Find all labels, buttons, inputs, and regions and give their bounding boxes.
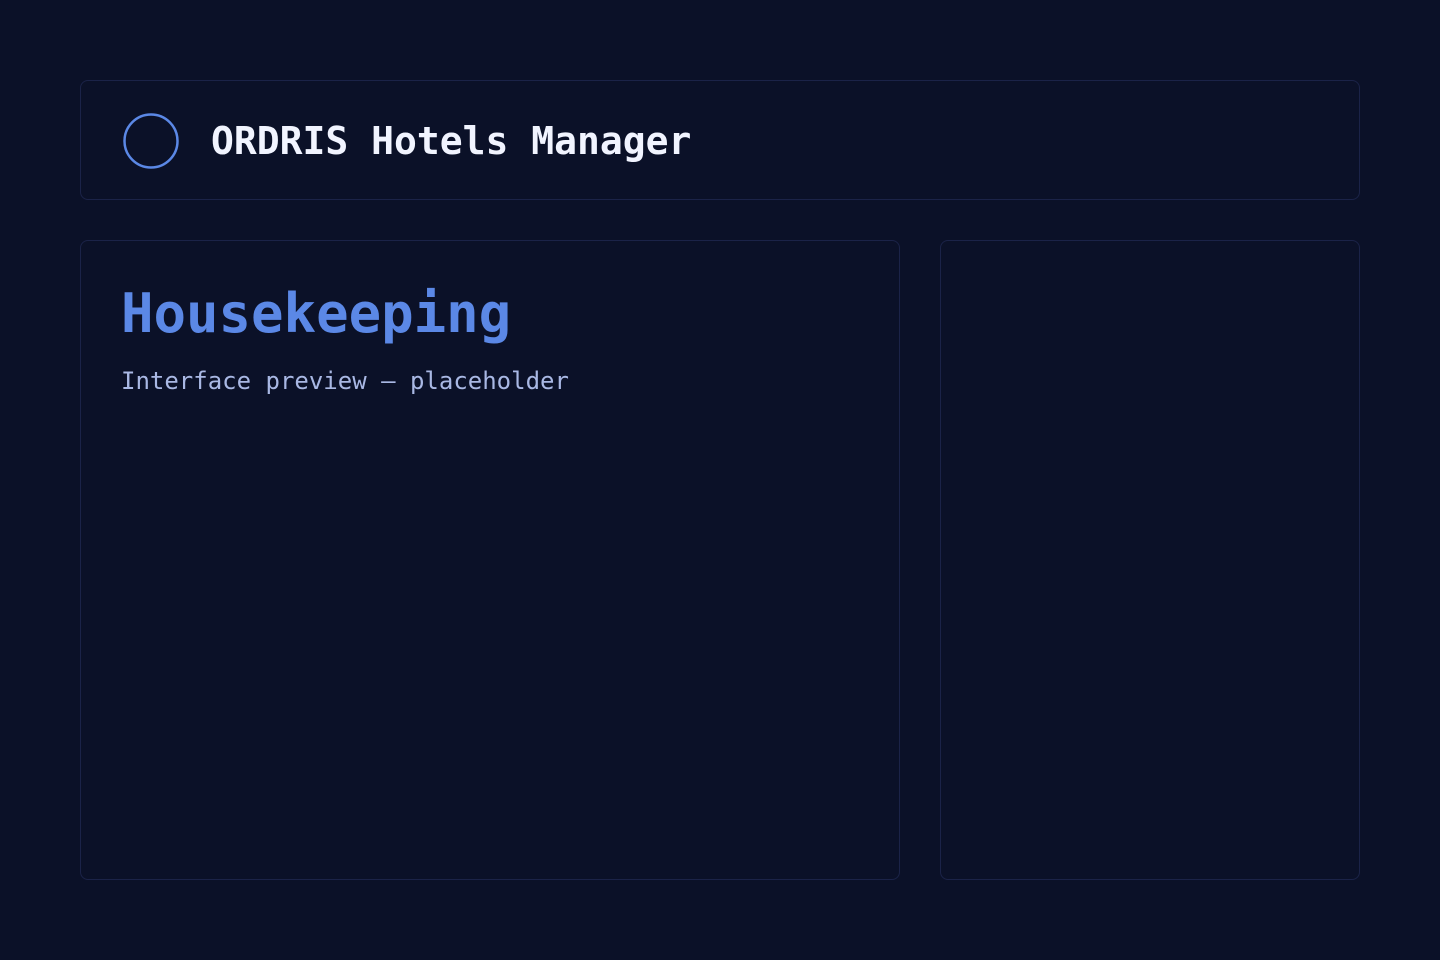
- app-title: ORDRIS Hotels Manager: [211, 119, 692, 163]
- app-header: ORDRIS Hotels Manager: [80, 80, 1360, 200]
- page-subtitle: Interface preview — placeholder: [121, 367, 569, 395]
- main-panel: Housekeeping Interface preview — placeho…: [80, 240, 900, 880]
- page-title: Housekeeping: [121, 282, 512, 345]
- side-panel: [940, 240, 1360, 880]
- circle-logo-icon: [123, 113, 179, 169]
